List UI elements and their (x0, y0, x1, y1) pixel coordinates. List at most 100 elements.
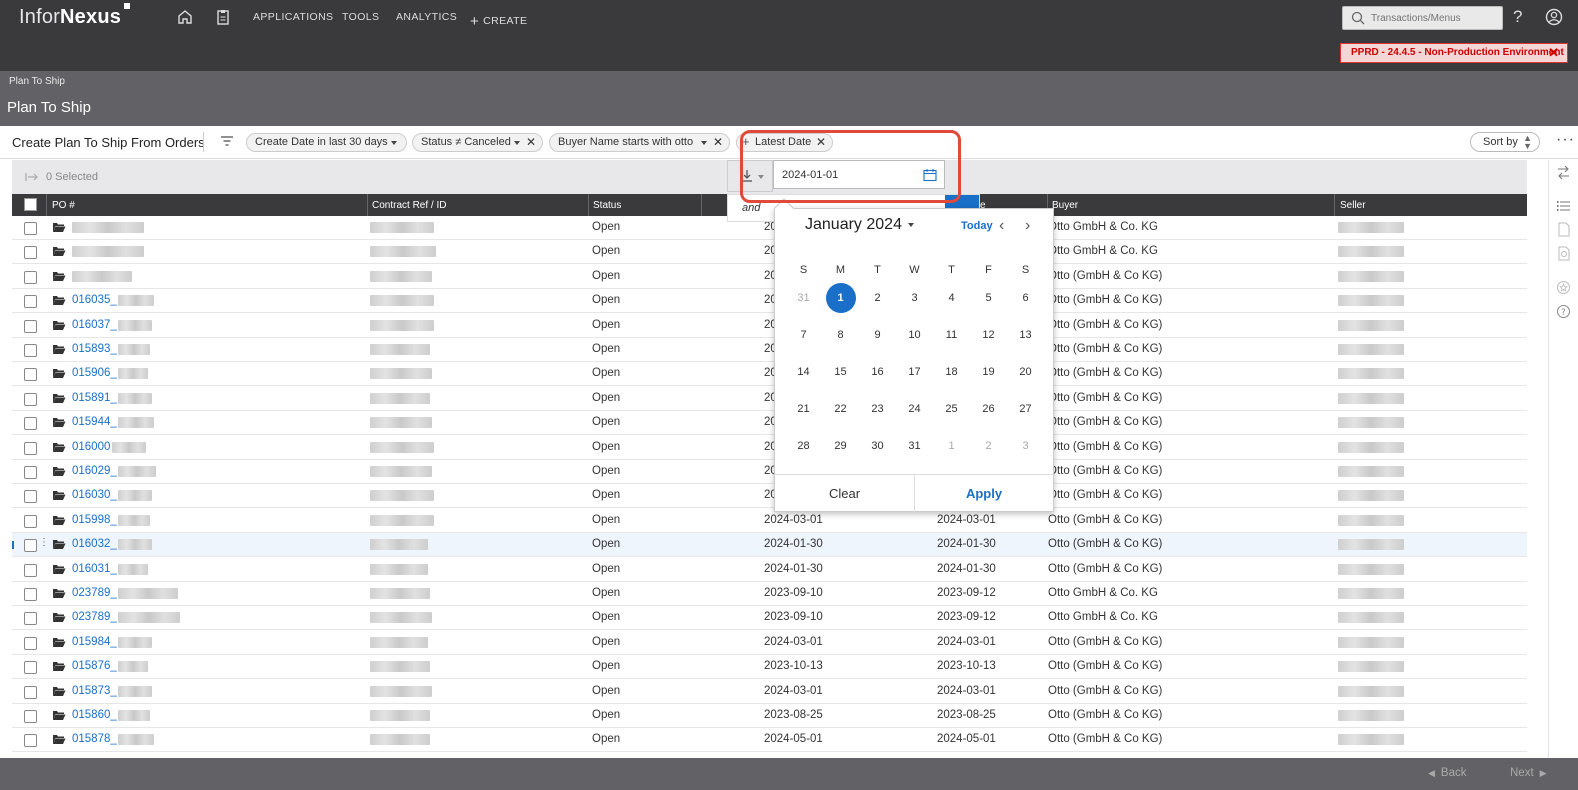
nav-create[interactable]: + CREATE (470, 11, 527, 30)
table-row[interactable]: Open 20 Otto GmbH & Co. KG (12, 240, 1527, 265)
table-row[interactable]: 023789_ Open 2023-09-10 2023-09-12 Otto GmbH… (12, 582, 1527, 606)
sort-by-button[interactable]: Sort by ▲ ▼ (1470, 132, 1540, 152)
row-checkbox[interactable] (24, 514, 37, 528)
document-search-icon[interactable] (1556, 246, 1571, 261)
user-account-icon[interactable] (1545, 8, 1563, 26)
calendar-day[interactable]: 27 (1007, 394, 1044, 424)
po-number-link[interactable]: 015906_ (72, 367, 117, 379)
calendar-day[interactable]: 28 (785, 431, 822, 461)
row-checkbox[interactable] (24, 563, 37, 577)
column-header-po[interactable]: PO # (52, 200, 75, 211)
table-row[interactable]: Open 20 Otto (GmbH & Co KG) (12, 265, 1527, 289)
folder-open-icon[interactable] (52, 367, 66, 379)
table-row[interactable]: 015944_ Open 20 Otto (GmbH & Co KG) (12, 411, 1527, 436)
folder-open-icon[interactable] (52, 270, 66, 282)
po-number-link[interactable]: 016037_ (72, 319, 117, 331)
filter-icon[interactable] (220, 134, 234, 148)
calendar-day[interactable]: 10 (896, 320, 933, 350)
table-row[interactable]: 023789_ Open 2023-09-10 2023-09-12 Otto GmbH… (12, 606, 1527, 631)
table-row[interactable]: 016029_ Open 20 Otto (GmbH & Co KG) (12, 460, 1527, 484)
folder-open-icon[interactable] (52, 733, 66, 745)
filter-chip-status[interactable]: Status ≠ Canceled ✕ (412, 133, 543, 152)
bulk-action-icon[interactable] (24, 170, 40, 184)
table-row[interactable]: 015893_ Open 20 Otto (GmbH & Co KG) (12, 338, 1527, 362)
close-icon[interactable]: ✕ (1548, 45, 1559, 61)
calendar-day[interactable]: 6 (1007, 283, 1044, 313)
row-checkbox[interactable] (24, 295, 37, 309)
row-checkbox[interactable] (24, 685, 37, 699)
folder-open-icon[interactable] (52, 611, 66, 623)
remove-filter-icon[interactable]: ✕ (713, 135, 723, 149)
calendar-day[interactable]: 21 (785, 394, 822, 424)
clear-button[interactable]: Clear (775, 475, 914, 513)
filter-chip-buyer-name[interactable]: Buyer Name starts with otto ✕ (549, 133, 730, 152)
column-header-status[interactable]: Status (593, 200, 621, 211)
po-number-link[interactable]: 016000 (72, 441, 110, 453)
folder-open-icon[interactable] (52, 294, 66, 306)
next-month-icon[interactable]: › (1025, 217, 1030, 235)
folder-open-icon[interactable] (52, 245, 66, 257)
table-row[interactable]: 015876_ Open 2023-10-13 2023-10-13 Otto (Gmb… (12, 655, 1527, 680)
row-checkbox[interactable] (24, 270, 37, 284)
po-number-link[interactable]: 016029_ (72, 465, 117, 477)
po-number-link[interactable]: 016035_ (72, 294, 117, 306)
apply-button[interactable]: Apply (915, 475, 1053, 513)
folder-open-icon[interactable] (52, 319, 66, 331)
row-checkbox[interactable] (24, 392, 37, 406)
nav-applications[interactable]: APPLICATIONS (253, 11, 333, 23)
help-icon[interactable]: ? (1513, 7, 1522, 27)
month-selector[interactable]: January 2024 (805, 216, 914, 234)
calendar-day[interactable]: 25 (933, 394, 970, 424)
remove-filter-icon[interactable]: ✕ (526, 135, 536, 149)
folder-open-icon[interactable] (52, 221, 66, 233)
document-icon[interactable] (1556, 222, 1571, 237)
row-checkbox[interactable] (24, 636, 37, 650)
column-header-seller[interactable]: Seller (1340, 200, 1366, 211)
table-row[interactable]: 016000 Open 20 Otto (GmbH & Co KG) (12, 436, 1527, 460)
nav-analytics[interactable]: ANALYTICS (396, 11, 457, 23)
calendar-day[interactable]: 14 (785, 357, 822, 387)
table-row[interactable]: 015860_ Open 2023-08-25 2023-08-25 Otto (Gmb… (12, 704, 1527, 728)
row-checkbox[interactable] (24, 539, 37, 553)
folder-open-icon[interactable] (52, 660, 66, 672)
help-circle-icon[interactable]: ? (1556, 304, 1571, 319)
table-row[interactable]: 015998_ Open 2024-03-01 2024-03-01 Otto (Gmb… (12, 509, 1527, 533)
calendar-day[interactable]: 31 (896, 431, 933, 461)
calendar-day[interactable]: 15 (822, 357, 859, 387)
row-checkbox[interactable] (24, 734, 37, 748)
list-icon[interactable] (1556, 199, 1571, 214)
clipboard-icon[interactable] (214, 8, 232, 26)
table-row[interactable]: 015984_ Open 2024-03-01 2024-03-01 Otto (Gmb… (12, 631, 1527, 655)
column-header-buyer[interactable]: Buyer (1052, 200, 1078, 211)
calendar-day[interactable]: 8 (822, 320, 859, 350)
folder-open-icon[interactable] (52, 563, 66, 575)
row-menu-icon[interactable]: ⋮ (39, 537, 49, 548)
row-checkbox[interactable] (24, 612, 37, 626)
select-all-checkbox[interactable] (24, 198, 37, 211)
filter-chip-create-date[interactable]: Create Date in last 30 days (246, 133, 407, 152)
folder-open-icon[interactable] (52, 709, 66, 721)
calendar-day[interactable]: 26 (970, 394, 1007, 424)
back-button[interactable]: ◀ Back (1428, 767, 1467, 779)
calendar-day[interactable]: 19 (970, 357, 1007, 387)
row-checkbox[interactable] (24, 368, 37, 382)
po-number-link[interactable]: 015873_ (72, 685, 117, 697)
search-input[interactable] (1371, 10, 1499, 27)
po-number-link[interactable]: 015860_ (72, 709, 117, 721)
calendar-day[interactable]: 9 (859, 320, 896, 350)
calendar-day[interactable]: 2 (970, 431, 1007, 461)
calendar-day[interactable]: 29 (822, 431, 859, 461)
row-checkbox[interactable] (24, 661, 37, 675)
po-number-link[interactable]: 016031_ (72, 563, 117, 575)
calendar-day[interactable]: 22 (822, 394, 859, 424)
chevron-down-icon[interactable] (514, 141, 520, 145)
favorite-icon[interactable] (1556, 280, 1571, 295)
folder-open-icon[interactable] (52, 587, 66, 599)
po-number-link[interactable]: 015893_ (72, 343, 117, 355)
row-checkbox[interactable] (24, 417, 37, 431)
folder-open-icon[interactable] (52, 343, 66, 355)
calendar-day[interactable]: 30 (859, 431, 896, 461)
table-row[interactable]: 015906_ Open 20 Otto (GmbH & Co KG) (12, 362, 1527, 387)
table-row[interactable]: 016030_ Open 20 Otto (GmbH & Co KG) (12, 484, 1527, 509)
table-row[interactable]: 015891_ Open 20 Otto (GmbH & Co KG) (12, 387, 1527, 411)
